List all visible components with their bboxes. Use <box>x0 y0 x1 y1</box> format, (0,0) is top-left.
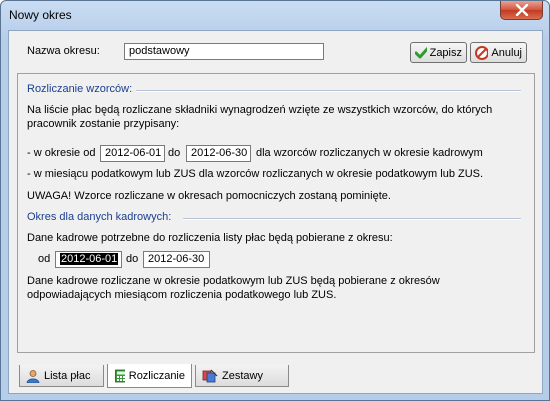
cancel-button[interactable]: Anuluj <box>470 42 527 63</box>
templates-desc-line2: pracownik zostanie przypisany: <box>27 118 180 130</box>
hr-divider <box>183 218 521 220</box>
hr-desc: Dane kadrowe potrzebne do rozliczenia li… <box>27 232 393 244</box>
name-label: Nazwa okresu: <box>27 45 100 57</box>
tab-lista-plac-label: Lista płac <box>44 369 91 382</box>
settings-panel: Rozliczanie wzorców: Na liście płac będą… <box>17 73 535 353</box>
period-prefix: - w okresie od <box>27 147 96 159</box>
hr-from-label: od <box>38 253 51 265</box>
hr-from-value: 2012-06-01 <box>60 253 119 265</box>
period-to-label: do <box>168 147 181 159</box>
cancel-icon <box>475 45 489 60</box>
title-bar[interactable]: Nowy okres <box>1 1 549 29</box>
tab-zestawy-label: Zestawy <box>222 369 263 382</box>
tab-rozliczanie-label: Rozliczanie <box>128 369 185 382</box>
bottom-tabs: Lista płac Rozliczanie Zestawy <box>16 364 536 388</box>
sets-icon <box>202 369 218 382</box>
window-title: Nowy okres <box>9 8 72 22</box>
hr-note-line1: Dane kadrowe rozliczane w okresie podatk… <box>27 275 440 287</box>
hr-to-input[interactable]: 2012-06-30 <box>143 251 210 268</box>
hr-to-label: do <box>126 253 139 265</box>
templates-desc-line1: Na liście płac będą rozliczane składniki… <box>27 104 493 116</box>
templates-heading: Rozliczanie wzorców: <box>27 83 133 95</box>
tax-period-line: - w miesiącu podatkowym lub ZUS dla wzor… <box>27 168 484 180</box>
cancel-button-label: Anuluj <box>491 46 522 59</box>
dialog-window: Nowy okres Nazwa okresu: podstawowy Zapi… <box>0 0 550 401</box>
period-from-input[interactable]: 2012-06-01 <box>100 145 165 162</box>
hr-from-input[interactable]: 2012-06-01 <box>55 251 122 268</box>
close-icon <box>515 4 529 16</box>
hr-note-line2: odpowiadających miesiącom rozliczenia po… <box>27 289 337 301</box>
templates-divider <box>136 90 521 92</box>
warning-text: UWAGA! Wzorce rozliczane w okresach pomo… <box>27 190 391 202</box>
tab-rozliczanie[interactable]: Rozliczanie <box>107 364 192 388</box>
tab-zestawy[interactable]: Zestawy <box>195 365 289 387</box>
name-input[interactable]: podstawowy <box>124 43 324 60</box>
tab-lista-plac[interactable]: Lista płac <box>19 365 104 387</box>
period-to-input[interactable]: 2012-06-30 <box>186 145 251 162</box>
close-button[interactable] <box>500 1 543 20</box>
hr-heading: Okres dla danych kadrowych: <box>27 211 172 223</box>
calculator-icon <box>115 369 125 382</box>
checkmark-icon <box>415 46 427 58</box>
save-button-label: Zapisz <box>429 46 462 59</box>
dialog-body: Nazwa okresu: podstawowy Zapisz Anuluj R… <box>8 30 543 394</box>
period-suffix: dla wzorców rozliczanych w okresie kadro… <box>256 147 483 159</box>
save-button[interactable]: Zapisz <box>410 42 467 63</box>
user-icon <box>26 369 40 383</box>
